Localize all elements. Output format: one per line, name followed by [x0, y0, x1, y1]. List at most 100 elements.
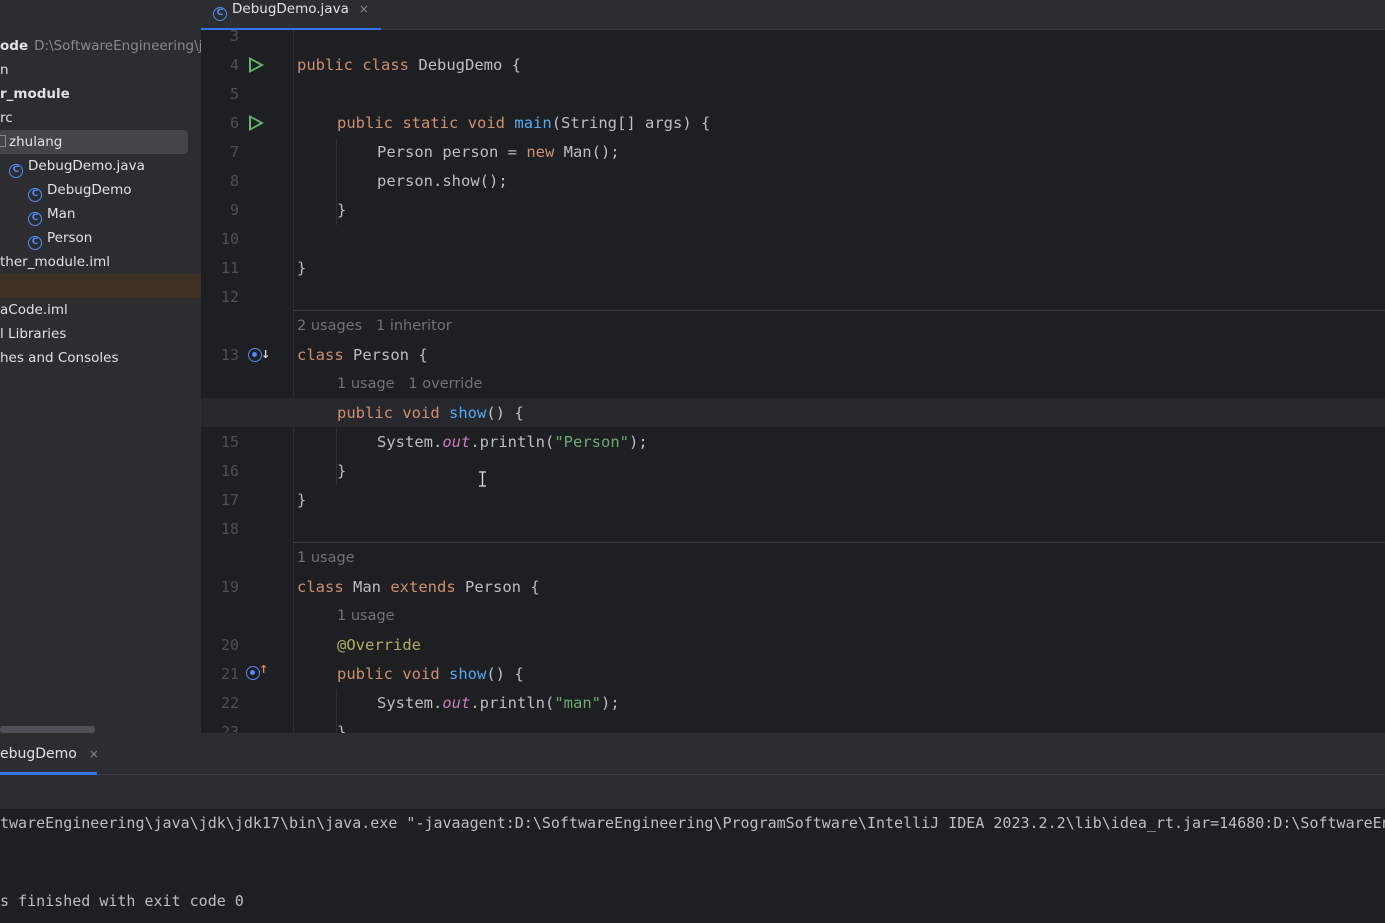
- tree-item-label: zhulang: [9, 134, 63, 150]
- inlay-hint[interactable]: 2 usages 1 inheritor: [297, 312, 452, 341]
- code-line-21: public void show() {: [334, 660, 524, 689]
- tree-item-path: D:\SoftwareEngineering\jav: [34, 38, 201, 54]
- code-text: Person {: [455, 578, 540, 596]
- tree-item-label: Man: [47, 206, 76, 222]
- line-number: 10: [220, 230, 239, 248]
- console-output[interactable]: twareEngineering\java\jdk\jdk17\bin\java…: [0, 809, 1385, 923]
- line-number: 12: [220, 288, 239, 306]
- code-text: () {: [486, 665, 524, 683]
- tree-item-class[interactable]: C DebugDemo: [28, 178, 132, 202]
- tree-item-module[interactable]: r_module: [0, 82, 70, 106]
- line-number: 22: [220, 694, 239, 712]
- line-number: 11: [220, 259, 239, 277]
- tree-item-scratches[interactable]: hes and Consoles: [0, 346, 119, 370]
- usages-hint[interactable]: 1 usage: [337, 376, 395, 392]
- line-number: 8: [229, 172, 239, 190]
- keyword: class: [362, 56, 410, 74]
- tree-item-folder[interactable]: n: [0, 58, 9, 82]
- code-line-16: }: [337, 462, 347, 480]
- run-icon[interactable]: [249, 57, 264, 73]
- line-number: 21: [220, 665, 239, 683]
- inlay-hint[interactable]: 1 usage 1 override: [337, 370, 482, 399]
- class-icon: C: [9, 164, 23, 178]
- console-exit-line: s finished with exit code 0: [0, 892, 244, 910]
- method-name: show: [449, 665, 487, 683]
- string-literal: "Person": [554, 433, 629, 451]
- code-line-4: public class DebugDemo {: [294, 51, 521, 80]
- method-name: show: [449, 404, 487, 422]
- code-line-13: class Person {: [294, 341, 428, 370]
- code-text: () {: [486, 404, 524, 422]
- code-line-11: }: [297, 259, 307, 277]
- keyword: class: [297, 346, 344, 364]
- tree-item-src[interactable]: rc: [0, 106, 13, 130]
- line-number: 17: [220, 491, 239, 509]
- code-text: System.: [377, 433, 443, 451]
- tree-item-label: r_module: [0, 86, 70, 102]
- code-line-14: public void show() {: [334, 399, 524, 428]
- keyword: public: [337, 665, 393, 683]
- line-number: 3: [229, 27, 239, 45]
- line-number: 20: [220, 636, 239, 654]
- tab-label: DebugDemo.java: [232, 1, 349, 17]
- overrides-icon[interactable]: [246, 666, 260, 680]
- tree-item-excluded[interactable]: [0, 274, 201, 298]
- keyword: new: [526, 143, 555, 161]
- line-number: 13: [220, 346, 239, 364]
- run-toolbar: [0, 775, 1385, 809]
- class-icon: C: [28, 212, 42, 226]
- keyword: void: [402, 665, 440, 683]
- close-icon[interactable]: ×: [359, 2, 369, 16]
- tree-item-project-root[interactable]: ode D:\SoftwareEngineering\jav: [0, 34, 201, 58]
- code-line-23: }: [337, 723, 347, 733]
- keyword: public: [337, 404, 393, 422]
- code-line-15: System.out.println("Person");: [374, 428, 648, 457]
- console-command-line: twareEngineering\java\jdk\jdk17\bin\java…: [0, 814, 1385, 832]
- code-line-17: }: [297, 491, 307, 509]
- usages-hint[interactable]: 1 usage: [297, 544, 355, 573]
- class-icon: C: [28, 236, 42, 250]
- tree-item-iml[interactable]: aCode.iml: [0, 298, 68, 322]
- arrow-down-icon: ↓: [261, 348, 271, 361]
- code-text: Person person =: [377, 143, 527, 161]
- code-line-8: person.show();: [377, 172, 508, 190]
- code-text: (String[] args) {: [551, 114, 711, 132]
- tree-item-label: Person: [47, 230, 93, 246]
- line-number: 23: [220, 723, 239, 733]
- text-cursor-icon: [478, 471, 487, 487]
- tree-item-label: ther_module.iml: [0, 254, 110, 270]
- code-text: );: [601, 694, 620, 712]
- tree-item-external-libraries[interactable]: l Libraries: [0, 322, 66, 346]
- run-icon[interactable]: [249, 115, 264, 131]
- code-area[interactable]: public class DebugDemo { public static v…: [201, 30, 1385, 733]
- horizontal-scrollbar[interactable]: [0, 726, 95, 733]
- code-line-9: }: [337, 201, 347, 219]
- code-line-6: public static void main(String[] args) {: [334, 109, 710, 138]
- tab-run-debugdemo[interactable]: ebugDemo ×: [0, 733, 97, 775]
- tree-item-label: aCode.iml: [0, 302, 68, 318]
- class-icon: C: [213, 7, 227, 21]
- tree-item-label: rc: [0, 110, 13, 126]
- tree-item-iml[interactable]: ther_module.iml: [0, 250, 110, 274]
- close-icon[interactable]: ×: [89, 747, 97, 761]
- code-text: DebugDemo {: [418, 56, 522, 74]
- line-number: 16: [220, 462, 239, 480]
- tree-item-file[interactable]: C DebugDemo.java: [9, 154, 145, 178]
- usages-hint[interactable]: 1 usage: [337, 602, 395, 631]
- code-editor[interactable]: C DebugDemo.java × 3 4 5 6 7 8 9 10 11 12 …: [201, 0, 1385, 733]
- usages-hint[interactable]: 2 usages: [297, 318, 362, 334]
- code-line-20: @Override: [337, 636, 421, 654]
- code-line-19: class Man extends Person {: [294, 573, 540, 602]
- run-tool-window: ebugDemo × twareEngineering\java\jdk\jdk1…: [0, 733, 1385, 923]
- line-number: 9: [229, 201, 239, 219]
- string-literal: "man": [554, 694, 601, 712]
- tree-item-package[interactable]: zhulang: [0, 130, 188, 154]
- override-hint[interactable]: 1 override: [408, 376, 482, 392]
- tree-item-class[interactable]: C Man: [28, 202, 75, 226]
- inheritors-hint[interactable]: 1 inheritor: [376, 318, 452, 334]
- tree-item-class[interactable]: C Person: [28, 226, 92, 250]
- editor-tab-bar: C DebugDemo.java ×: [201, 0, 1385, 30]
- keyword: class: [297, 578, 344, 596]
- implemented-icon[interactable]: [248, 348, 262, 362]
- method-separator: [294, 310, 1385, 311]
